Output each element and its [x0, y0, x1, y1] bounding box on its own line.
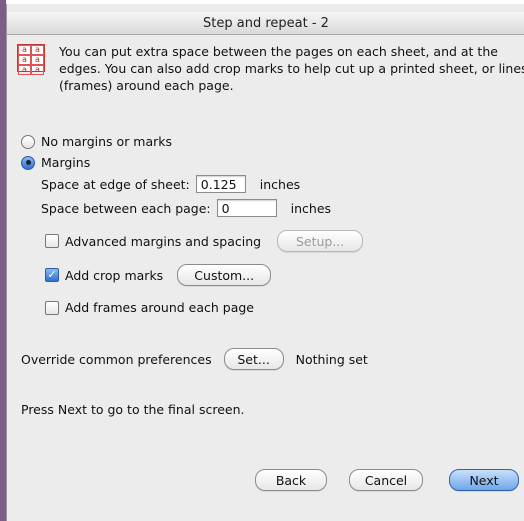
no-margins-label: No margins or marks	[41, 134, 173, 149]
crop-marks-row: ✓ Add crop marks Custom...	[45, 264, 272, 286]
no-margins-option[interactable]: No margins or marks	[21, 134, 172, 149]
crop-marks-checkbox[interactable]: ✓	[45, 268, 59, 282]
set-button[interactable]: Set...	[223, 348, 284, 370]
margins-option[interactable]: Margins	[21, 155, 90, 170]
step-and-repeat-dialog: Step and repeat - 2 aa aa aa You can put…	[6, 4, 524, 521]
page-grid-icon: aa aa aa	[17, 44, 45, 75]
crop-marks-label: Add crop marks	[65, 267, 164, 283]
advanced-margins-checkbox[interactable]	[45, 234, 59, 248]
title-bar[interactable]: Step and repeat - 2	[7, 12, 524, 35]
cancel-button[interactable]: Cancel	[349, 469, 423, 491]
setup-button[interactable]: Setup...	[277, 230, 364, 252]
window-title: Step and repeat - 2	[203, 15, 329, 31]
between-space-unit: inches	[290, 200, 332, 216]
frames-row: Add frames around each page	[45, 300, 254, 315]
custom-button[interactable]: Custom...	[177, 264, 272, 286]
frames-label: Add frames around each page	[65, 300, 254, 315]
between-space-row: Space between each page: 0 inches	[41, 199, 331, 217]
edge-space-label: Space at edge of sheet:	[41, 176, 190, 192]
override-label: Override common preferences	[21, 351, 212, 367]
override-row: Override common preferences Set... Nothi…	[21, 348, 368, 370]
footer-buttons: Back Cancel Next	[255, 469, 519, 491]
instructions-row: Press Next to go to the final screen.	[21, 402, 244, 417]
margins-label: Margins	[41, 155, 91, 170]
edge-space-row: Space at edge of sheet: 0.125 inches	[41, 175, 300, 193]
back-button[interactable]: Back	[255, 469, 327, 491]
advanced-margins-label: Advanced margins and spacing	[65, 233, 262, 249]
between-space-label: Space between each page:	[41, 200, 211, 216]
margins-radio[interactable]	[21, 155, 35, 170]
instructions-text: Press Next to go to the final screen.	[21, 402, 245, 417]
override-status: Nothing set	[295, 351, 368, 367]
no-margins-radio[interactable]	[21, 134, 35, 149]
next-button[interactable]: Next	[449, 469, 519, 491]
frames-checkbox[interactable]	[45, 300, 59, 315]
edge-space-unit: inches	[259, 176, 301, 192]
advanced-margins-row: Advanced margins and spacing Setup...	[45, 230, 364, 252]
intro-text: You can put extra space between the page…	[59, 44, 524, 93]
edge-space-input[interactable]: 0.125	[195, 175, 246, 193]
between-space-input[interactable]: 0	[216, 199, 277, 217]
